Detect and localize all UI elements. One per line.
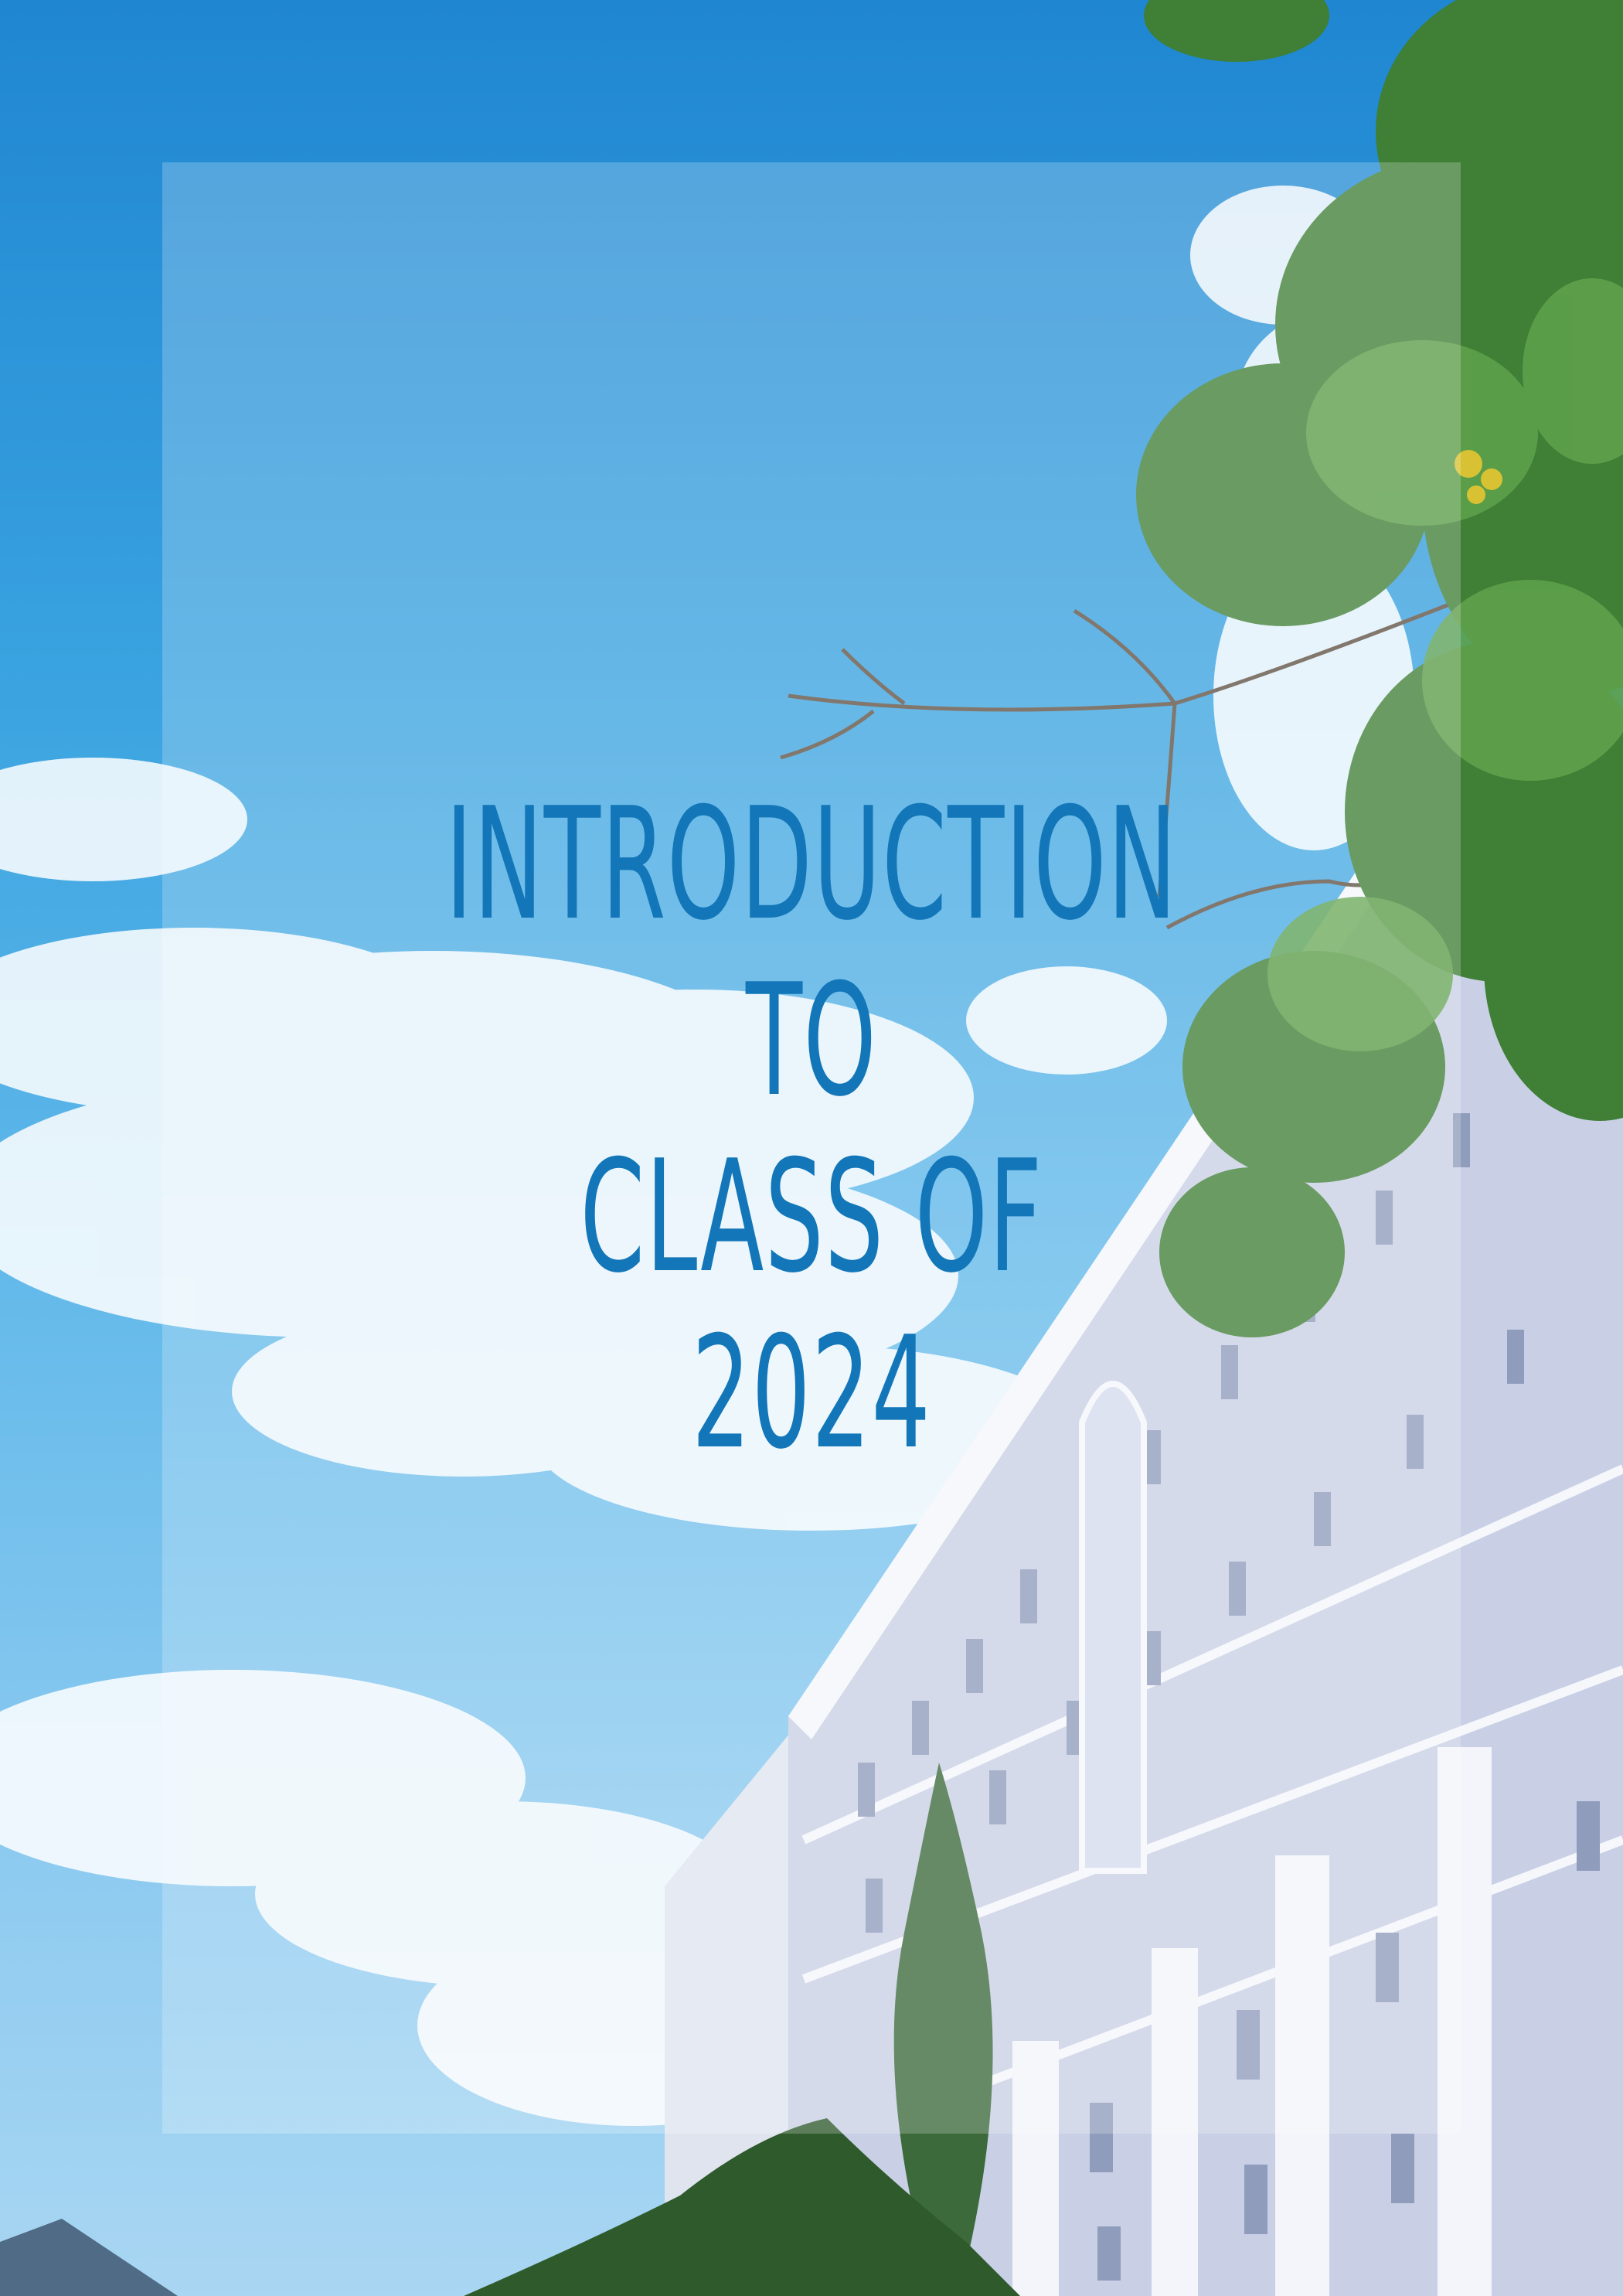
title-line-1: INTRODUCTION — [445, 775, 1178, 955]
title-line-3: CLASS OF — [580, 1127, 1043, 1307]
cover-title: INTRODUCTION TO CLASS OF 2024 — [162, 777, 1461, 1482]
title-line-4: 2024 — [691, 1303, 932, 1484]
title-line-2: TO — [745, 951, 878, 1131]
cover-page: INTRODUCTION TO CLASS OF 2024 — [0, 0, 1623, 2296]
